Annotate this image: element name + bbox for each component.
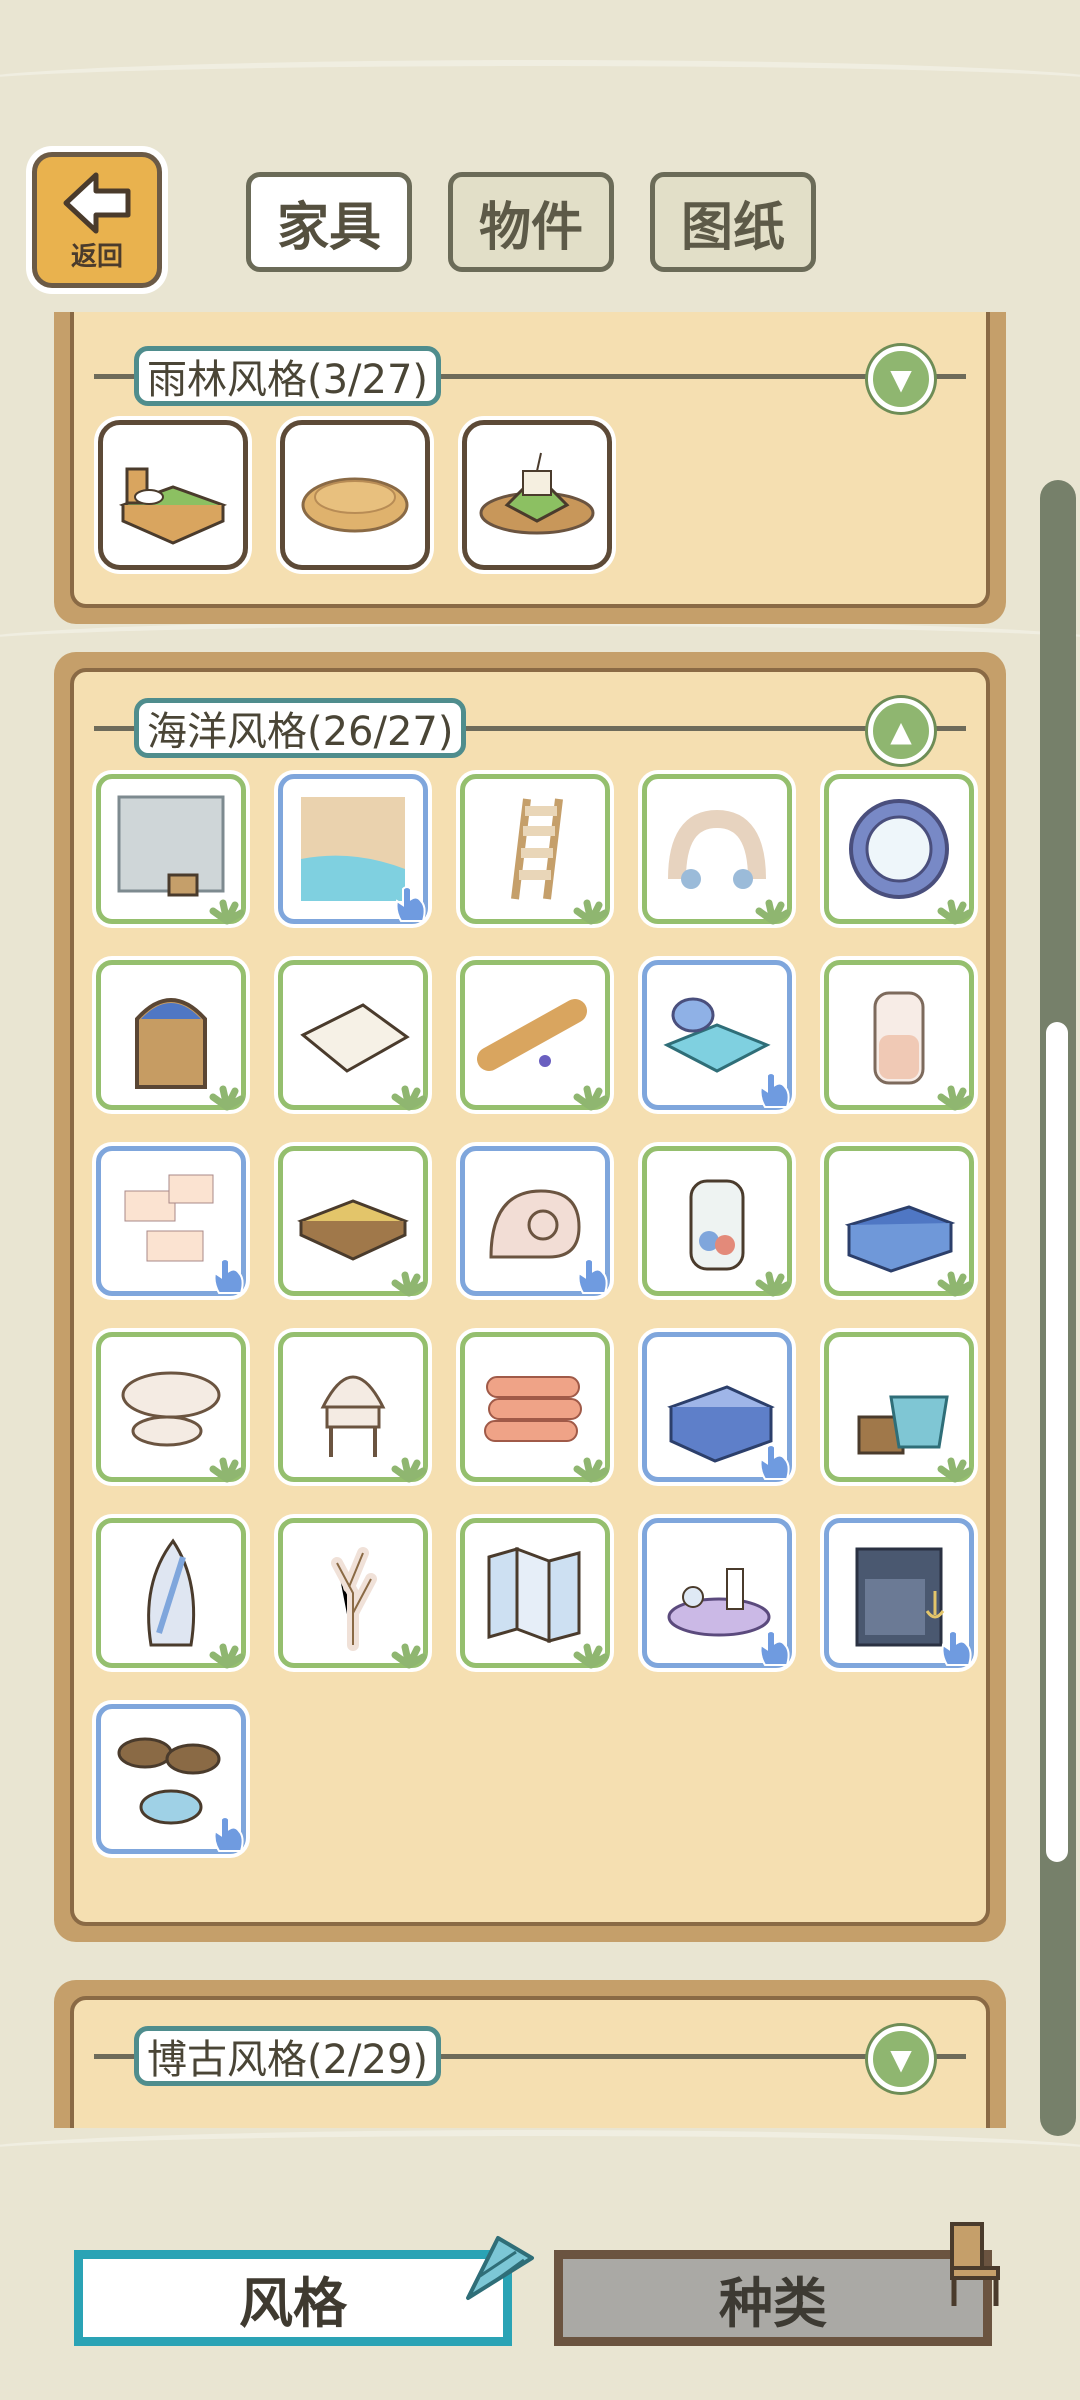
style-button[interactable]: 风格 [74,2250,512,2346]
frog-paw-icon [391,1085,427,1111]
frog-paw-icon [755,899,791,925]
section-title: 雨林风格(3/27) [134,346,442,406]
back-button[interactable]: 返回 [32,152,162,288]
furniture-item[interactable] [460,1146,610,1296]
frog-paw-icon [573,1643,609,1669]
frog-paw-icon [573,1085,609,1111]
furniture-item[interactable] [280,420,430,570]
style-button-label: 风格 [239,2271,347,2335]
section-rainforest: 雨林风格(3/27) ▼ [54,312,1006,624]
scrollbar-thumb[interactable] [1046,1022,1068,1862]
back-arrow-icon [63,172,131,234]
frog-paw-icon [937,1085,973,1111]
chair-icon [950,2222,1000,2306]
furniture-item[interactable] [96,774,246,925]
frog-paw-icon [937,1271,973,1297]
furniture-item[interactable] [96,1518,246,1669]
furniture-item[interactable] [278,1518,428,1669]
frog-paw-icon [391,1643,427,1669]
section-title: 海洋风格(26/27) [134,698,467,758]
hand-pointer-icon [759,1072,790,1108]
hand-pointer-icon [213,1816,244,1852]
furniture-item[interactable] [96,960,246,1111]
hand-pointer-icon [577,1258,608,1294]
furniture-item[interactable] [462,420,612,570]
furniture-item[interactable] [96,1146,246,1296]
furniture-item[interactable] [824,1146,974,1297]
tab-objects[interactable]: 物件 [448,172,614,272]
hand-pointer-icon [759,1630,790,1666]
expand-toggle-icon[interactable]: ▼ [868,2026,934,2092]
furniture-item[interactable] [824,960,974,1111]
shell-icon [466,2236,534,2300]
frog-paw-icon [209,1643,245,1669]
furniture-item[interactable] [824,1518,974,1668]
section-title: 博古风格(2/29) [134,2026,442,2086]
hand-pointer-icon [759,1444,790,1480]
round-mat-icon [301,477,409,533]
furniture-item[interactable] [642,1146,792,1297]
frog-paw-icon [755,1271,791,1297]
furniture-item[interactable] [642,1332,792,1482]
furniture-item[interactable] [96,1704,246,1854]
bed-icon [118,467,228,545]
furniture-item[interactable] [824,1332,974,1483]
hand-pointer-icon [941,1630,972,1666]
frog-paw-icon [391,1271,427,1297]
section-antique: 博古风格(2/29) ▼ [54,1980,1006,2128]
furniture-item[interactable] [278,1146,428,1297]
hand-pointer-icon [395,886,426,922]
furniture-item[interactable] [278,774,428,924]
furniture-item[interactable] [96,1332,246,1483]
frog-paw-icon [573,899,609,925]
collapse-toggle-icon[interactable]: ▲ [868,698,934,764]
frog-paw-icon [209,1085,245,1111]
tab-furniture[interactable]: 家具 [246,172,412,272]
style-list[interactable]: 雨林风格(3/27) ▼ 海洋风格(26/27) ▲ 博古风格(2/29) ▼ [0,312,1040,2128]
furniture-item[interactable] [278,1332,428,1483]
furniture-item[interactable] [278,960,428,1111]
leaf-cake-icon [479,452,595,535]
hand-pointer-icon [213,1258,244,1294]
back-label: 返回 [70,242,123,272]
furniture-item[interactable] [824,774,974,925]
frog-paw-icon [209,899,245,925]
section-ocean: 海洋风格(26/27) ▲ [54,652,1006,1942]
frog-paw-icon [391,1457,427,1483]
background-wave [0,2130,1080,2176]
expand-toggle-icon[interactable]: ▼ [868,346,934,412]
furniture-item[interactable] [460,1332,610,1483]
furniture-item[interactable] [460,960,610,1111]
frog-paw-icon [209,1457,245,1483]
kind-button-label: 种类 [719,2271,827,2335]
furniture-item[interactable] [642,774,792,925]
background-wave [0,60,1080,106]
frog-paw-icon [573,1457,609,1483]
furniture-item[interactable] [98,420,248,570]
kind-button[interactable]: 种类 [554,2250,992,2346]
furniture-item[interactable] [460,1518,610,1669]
furniture-item[interactable] [642,1518,792,1668]
frog-paw-icon [937,1457,973,1483]
furniture-item[interactable] [460,774,610,925]
furniture-item[interactable] [642,960,792,1110]
frog-paw-icon [937,899,973,925]
tab-blueprints[interactable]: 图纸 [650,172,816,272]
